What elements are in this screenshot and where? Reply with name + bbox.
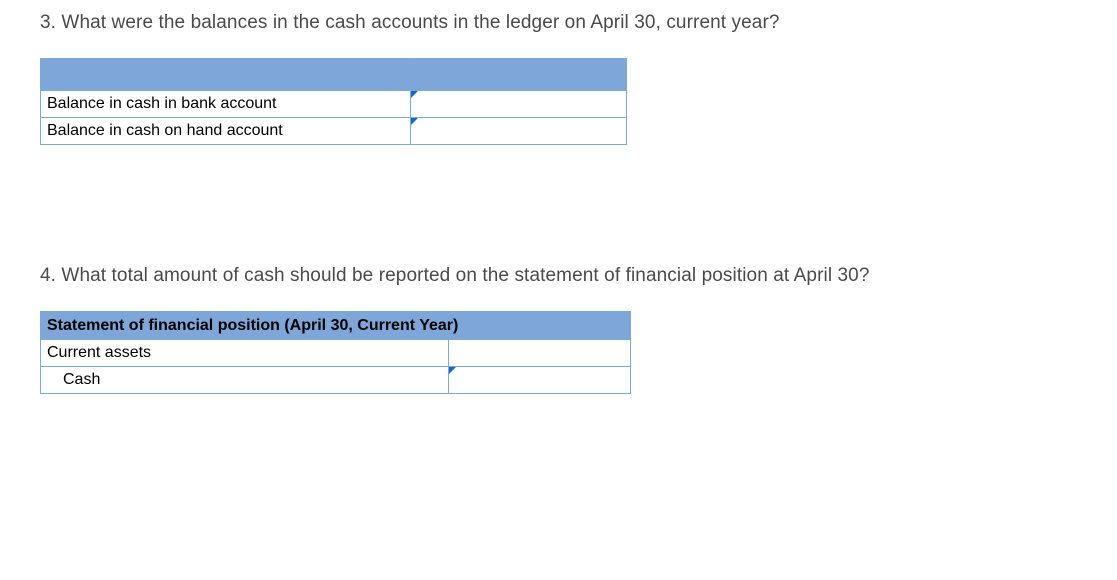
q4-section-blank — [449, 340, 631, 367]
table-row: Current assets — [41, 340, 631, 367]
q4-table: Statement of financial position (April 3… — [40, 311, 631, 394]
table-row: Balance in cash on hand account — [41, 118, 627, 145]
q4-line-input[interactable] — [449, 367, 630, 393]
table-row: Cash — [41, 367, 631, 394]
q3-header-label — [41, 59, 411, 91]
q3-row-1-input[interactable] — [411, 118, 626, 144]
q3-row-0-label: Balance in cash in bank account — [41, 91, 411, 118]
q3-row-0-input[interactable] — [411, 91, 626, 117]
question-4-prompt: 4. What total amount of cash should be r… — [40, 265, 1087, 287]
q3-row-1-input-cell — [411, 118, 627, 145]
q4-line-input-cell — [449, 367, 631, 394]
q4-statement-header: Statement of financial position (April 3… — [41, 312, 631, 340]
table-row: Balance in cash in bank account — [41, 91, 627, 118]
question-3-prompt: 3. What were the balances in the cash ac… — [40, 12, 1087, 34]
q3-table: Balance in cash in bank account Balance … — [40, 58, 627, 145]
q4-line-label: Cash — [41, 367, 449, 394]
q3-header-value — [411, 59, 627, 91]
q3-row-0-input-cell — [411, 91, 627, 118]
q3-row-1-label: Balance in cash on hand account — [41, 118, 411, 145]
q4-section-label: Current assets — [41, 340, 449, 367]
